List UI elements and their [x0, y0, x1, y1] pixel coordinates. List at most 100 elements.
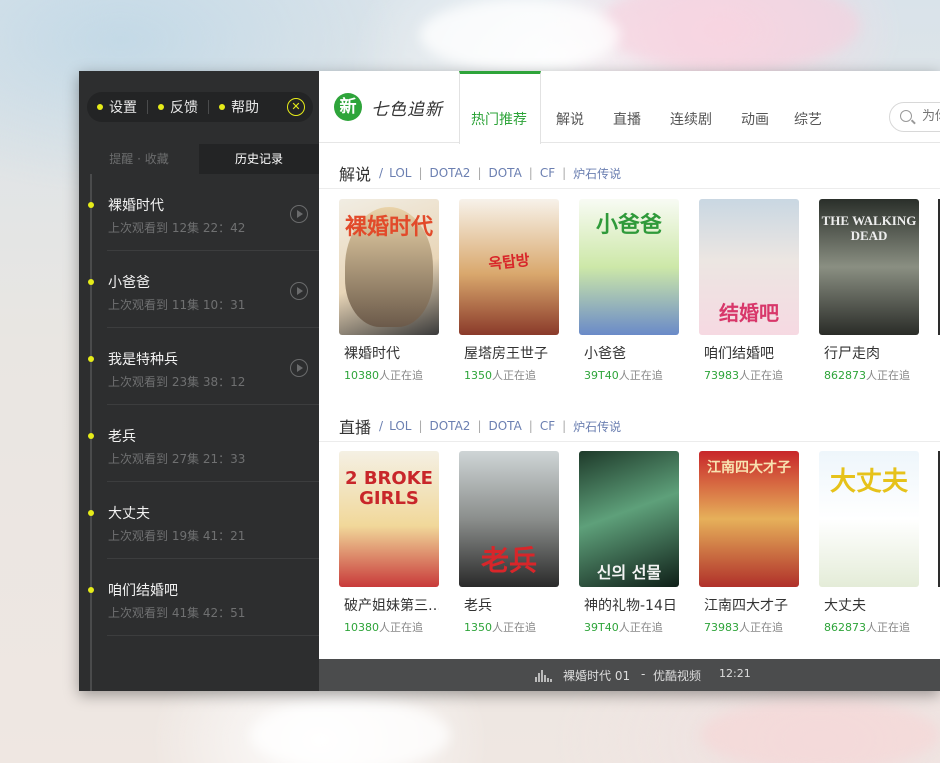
section-header: 解说 / LOL | DOTA2 | DOTA | CF | 炉石传说: [339, 161, 621, 185]
settings-link[interactable]: 设置: [97, 97, 137, 117]
history-progress: 上次观看到 23集 38：12: [108, 375, 246, 389]
now-playing: 裸婚时代 01: [563, 669, 631, 683]
sidebar-tabs: 提醒 · 收藏 历史记录: [79, 144, 319, 174]
bullet-icon: [219, 104, 225, 110]
poster-title: 2 BROKE GIRLS: [345, 468, 433, 509]
play-icon[interactable]: [290, 282, 308, 300]
tab-series[interactable]: 连续剧: [670, 109, 712, 129]
card-title: 咱们结婚吧: [704, 346, 774, 362]
history-title: 裸婚时代: [108, 198, 164, 214]
search-input[interactable]: [922, 109, 940, 124]
history-item[interactable]: 我是特种兵 上次观看到 23集 38：12: [79, 328, 319, 405]
divider: |: [477, 419, 482, 433]
history-title: 老兵: [108, 429, 136, 445]
logo-icon: 新: [334, 93, 362, 121]
divider: |: [418, 166, 423, 180]
card-followers: 73983人正在追: [704, 621, 783, 634]
poster: 신의 선물: [579, 451, 679, 587]
card-title: 小爸爸: [584, 346, 626, 362]
poster: 大丈夫: [819, 451, 919, 587]
timeline-dot: [88, 433, 94, 439]
video-card[interactable]: 裸婚时代 裸婚时代 10380人正在追: [339, 199, 439, 383]
filter-link[interactable]: DOTA2: [430, 419, 471, 433]
filter-link[interactable]: 炉石传说: [573, 165, 621, 182]
card-followers: 10380人正在追: [344, 369, 423, 382]
section-header: 直播 / LOL | DOTA2 | DOTA | CF | 炉石传说: [339, 414, 621, 438]
poster: 옥탑방: [459, 199, 559, 335]
timeline-dot: [88, 510, 94, 516]
video-card[interactable]: 结婚吧 咱们结婚吧 73983人正在追: [699, 199, 799, 383]
history-item[interactable]: 小爸爸 上次观看到 11集 10：31: [79, 251, 319, 328]
app-window: 设置 反馈 帮助 ✕ 提醒 · 收藏 历史记录 裸婚时代 上次观看到 12集 2…: [79, 71, 940, 691]
play-icon[interactable]: [290, 205, 308, 223]
history-item[interactable]: 咱们结婚吧 上次观看到 41集 42：51: [79, 559, 319, 636]
poster: 老兵: [459, 451, 559, 587]
section-divider: [319, 441, 940, 442]
filter-link[interactable]: DOTA2: [430, 166, 471, 180]
header: 新 七色追新 热门推荐 解说 直播 连续剧 动画 综艺: [319, 71, 940, 144]
play-icon[interactable]: [290, 359, 308, 377]
separator: -: [641, 667, 646, 681]
video-card[interactable]: 신의 선물 神的礼物-14日 39T40人正在追: [579, 451, 679, 635]
history-progress: 上次观看到 41集 42：51: [108, 606, 246, 620]
history-title: 咱们结婚吧: [108, 583, 178, 599]
video-card[interactable]: 小爸爸 小爸爸 39T40人正在追: [579, 199, 679, 383]
filter-link[interactable]: DOTA: [488, 419, 521, 433]
search-box[interactable]: [889, 102, 940, 132]
history-item[interactable]: 裸婚时代 上次观看到 12集 22：42: [79, 174, 319, 251]
settings-label: 设置: [109, 100, 137, 116]
section-title: 直播: [339, 418, 372, 437]
filter-link[interactable]: LOL: [389, 419, 411, 433]
card-followers: 39T40人正在追: [584, 369, 663, 382]
card-title: 老兵: [464, 598, 492, 614]
history-progress: 上次观看到 27集 21：33: [108, 452, 246, 466]
card-title: 神的礼物-14日: [584, 598, 677, 614]
poster-title: 裸婚时代: [344, 215, 433, 240]
poster-title: 신의 선물: [596, 563, 662, 582]
tab-hot[interactable]: 热门推荐: [471, 109, 527, 129]
filter-link[interactable]: CF: [540, 419, 555, 433]
close-icon[interactable]: ✕: [287, 98, 305, 116]
tab-anime[interactable]: 动画: [741, 109, 769, 129]
tab-history[interactable]: 历史记录: [199, 144, 319, 174]
filter-link[interactable]: DOTA: [488, 166, 521, 180]
help-link[interactable]: 帮助: [219, 97, 259, 117]
section-divider: [319, 188, 940, 189]
poster-title: 江南四大才子: [707, 460, 791, 476]
history-title: 大丈夫: [108, 506, 150, 522]
card-title: 行尸走肉: [824, 346, 880, 362]
history-item[interactable]: 老兵 上次观看到 27集 21：33: [79, 405, 319, 482]
sidebar: 设置 反馈 帮助 ✕ 提醒 · 收藏 历史记录 裸婚时代 上次观看到 12集 2…: [79, 71, 319, 691]
poster-title: THE WALKING DEAD: [821, 213, 917, 243]
video-card[interactable]: 老兵 老兵 1350人正在追: [459, 451, 559, 635]
card-followers: 1350人正在追: [464, 621, 536, 634]
tab-commentary[interactable]: 解说: [556, 109, 584, 129]
video-card[interactable]: 옥탑방 屋塔房王世子 1350人正在追: [459, 199, 559, 383]
poster-title: 老兵: [480, 544, 537, 577]
poster-title: 结婚吧: [719, 301, 779, 325]
video-card[interactable]: 2 BROKE GIRLS 破产姐妹第三… 10380人正在追: [339, 451, 439, 635]
active-tab-indicator: [459, 71, 541, 144]
tab-live[interactable]: 直播: [613, 109, 641, 129]
section-slash: /: [379, 166, 384, 180]
timeline-dot: [88, 587, 94, 593]
filter-link[interactable]: LOL: [389, 166, 411, 180]
video-card[interactable]: 大丈夫 大丈夫 862873人正在追: [819, 451, 919, 635]
tab-reminders[interactable]: 提醒 · 收藏: [79, 144, 199, 174]
feedback-link[interactable]: 反馈: [158, 97, 198, 117]
history-progress: 上次观看到 12集 22：42: [108, 221, 246, 235]
video-card[interactable]: THE WALKING DEAD 行尸走肉 862873人正在追: [819, 199, 919, 383]
video-card[interactable]: 江南四大才子 江南四大才子 73983人正在追: [699, 451, 799, 635]
player-bar[interactable]: 裸婚时代 01 - 优酷视频 12:21: [319, 659, 940, 691]
poster-title: 大丈夫: [829, 467, 908, 497]
divider: [147, 100, 148, 114]
divider: |: [562, 419, 567, 433]
card-title: 江南四大才子: [704, 598, 788, 614]
card-title: 破产姐妹第三…: [344, 598, 439, 614]
filter-link[interactable]: CF: [540, 166, 555, 180]
filter-link[interactable]: 炉石传说: [573, 418, 621, 435]
history-list: 裸婚时代 上次观看到 12集 22：42 小爸爸 上次观看到 11集 10：31…: [79, 174, 319, 636]
history-item[interactable]: 大丈夫 上次观看到 19集 41：21: [79, 482, 319, 559]
feedback-label: 反馈: [170, 100, 198, 116]
tab-variety[interactable]: 综艺: [794, 109, 822, 129]
